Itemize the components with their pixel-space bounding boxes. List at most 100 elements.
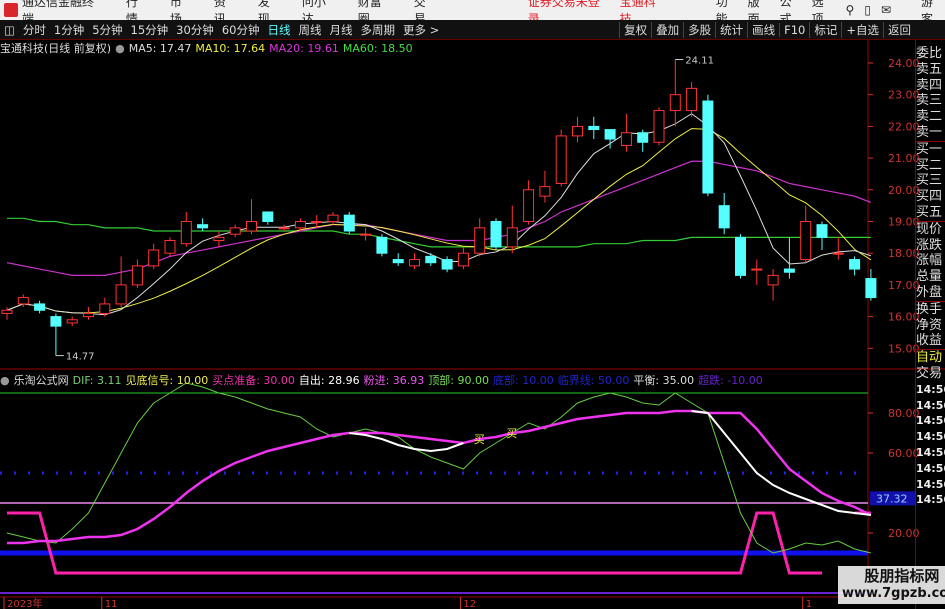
ma10-value: MA10: 17.64 (195, 41, 266, 55)
quote-label: 买二 (916, 157, 943, 173)
indicator-value: 顶部: 90.00 (428, 374, 490, 387)
indicator-value: 买点准备: 30.00 (212, 374, 295, 387)
candle-up (686, 87, 698, 112)
indicator-value: 粉进: 36.93 (363, 374, 425, 387)
candle-up (1, 309, 13, 314)
buy-signal: 买 (506, 427, 517, 440)
candle-down (392, 259, 404, 264)
x-tick-label: 2023年 (7, 597, 42, 609)
exit-line (691, 410, 872, 516)
indicator-value: 超跌: -10.00 (698, 374, 763, 387)
candle-up (800, 221, 812, 261)
quote-label: 买一 (916, 140, 945, 158)
candle-up (751, 268, 763, 271)
candle-up (148, 249, 160, 267)
buy-signal: 买 (474, 433, 485, 446)
indicator-name[interactable]: 乐淘公式网 (14, 372, 69, 388)
candle-down (34, 303, 46, 311)
candle-up (99, 303, 111, 314)
max-label: 24.11 (685, 56, 714, 67)
chart-info: 宝通科技(日线 前复权) ● MA5: 17.47 MA10: 17.64 MA… (0, 40, 413, 56)
quote-label: 自动 (916, 349, 945, 366)
candle-down (849, 259, 861, 270)
quote-label: 14:56 (916, 398, 945, 412)
settings-icon[interactable]: ● (115, 42, 125, 55)
candle-down (425, 255, 437, 264)
candle-up (832, 252, 844, 255)
candle-down (604, 129, 616, 140)
ma5-value: MA5: 17.47 (128, 41, 192, 55)
quote-label: 14:56 (916, 493, 945, 507)
candle-up (229, 227, 241, 235)
x-tick-label: 11 (105, 599, 118, 609)
indicator-value: 见底信号: 10.00 (125, 374, 209, 387)
candle-up (311, 221, 323, 223)
quote-label: 现价 (916, 220, 945, 238)
candle-up (767, 274, 779, 286)
quote-label: 卖三 (916, 93, 943, 109)
candle-down (865, 278, 877, 299)
candle-up (669, 94, 681, 112)
candle-up (246, 221, 257, 232)
candle-up (457, 252, 469, 267)
watermark-url: www.7gpzb.com (842, 586, 945, 601)
candle-up (572, 125, 583, 137)
quote-label: 14:56 (916, 461, 945, 475)
watermark: 股朋指标网www.7gpzb.com (838, 566, 945, 604)
dif-line (6, 382, 872, 554)
quote-panel: 委比 卖五 卖四 卖三 卖二 卖一 买一 买二 买三 买四 买五 现价 涨跌 涨幅 总量 外盘 换手 净资 收益 自动… (915, 40, 945, 609)
quote-label: 换手 (916, 300, 945, 318)
watermark-title: 股朋指标网 (864, 567, 940, 585)
quote-label: 总量 (916, 269, 943, 285)
quote-label: 卖四 (916, 77, 943, 93)
candle-up (213, 236, 225, 242)
ma20-value: MA20: 19.61 (269, 41, 339, 55)
settings-icon[interactable]: ● (0, 374, 10, 387)
candle-down (702, 100, 714, 194)
quote-label: 外盘 (916, 284, 943, 300)
candle-up (17, 297, 29, 305)
quote-label: 委比 (916, 46, 943, 61)
indicator-value: 临界线: 50.00 (557, 374, 630, 387)
quote-label: 交易 (916, 365, 943, 381)
quote-label: 净资 (916, 317, 943, 333)
candle-up (555, 135, 567, 184)
candle-down (262, 211, 274, 223)
x-tick-label: 1 (806, 599, 812, 609)
candle-down (637, 132, 649, 143)
candle-down (376, 236, 388, 254)
candle-up (539, 186, 551, 197)
indicator-value: 平衡: 35.00 (633, 374, 695, 387)
candle-up (474, 227, 486, 254)
candle-up (83, 312, 94, 318)
indicator-value: 底部: 10.00 (493, 374, 554, 387)
candle-down (718, 205, 730, 229)
ma60-value: MA60: 18.50 (342, 41, 413, 55)
candle-up (360, 233, 372, 236)
candle-up (294, 221, 306, 229)
quote-label: 14:56 (916, 414, 945, 428)
chart-title: 宝通科技(日线 前复权) (0, 42, 112, 55)
quote-label: 卖二 (916, 109, 943, 125)
quote-label: 14:56 (916, 477, 945, 491)
indicator-value: 自出: 28.96 (298, 374, 360, 387)
quote-label: 卖五 (916, 61, 943, 77)
candle-down (816, 224, 828, 238)
quote-label: 14:56 (916, 430, 945, 444)
min-label: 14.77 (66, 352, 95, 363)
candle-down (490, 221, 502, 248)
candle-down (343, 214, 355, 232)
candle-down (197, 224, 209, 229)
quote-label: 14:56 (916, 382, 945, 396)
candle-up (66, 319, 78, 324)
quote-label: 卖一 (916, 124, 943, 140)
candle-down (735, 236, 746, 276)
candle-up (278, 227, 290, 230)
candle-up (523, 189, 535, 223)
quote-label: 买四 (916, 189, 943, 205)
kline-chart[interactable]: 24.0023.0022.0021.0020.0019.0018.0017.00… (0, 0, 945, 609)
candle-up (409, 259, 420, 267)
candle-down (783, 268, 795, 273)
quote-label: 涨跌 (916, 237, 943, 253)
candle-down (588, 125, 600, 131)
